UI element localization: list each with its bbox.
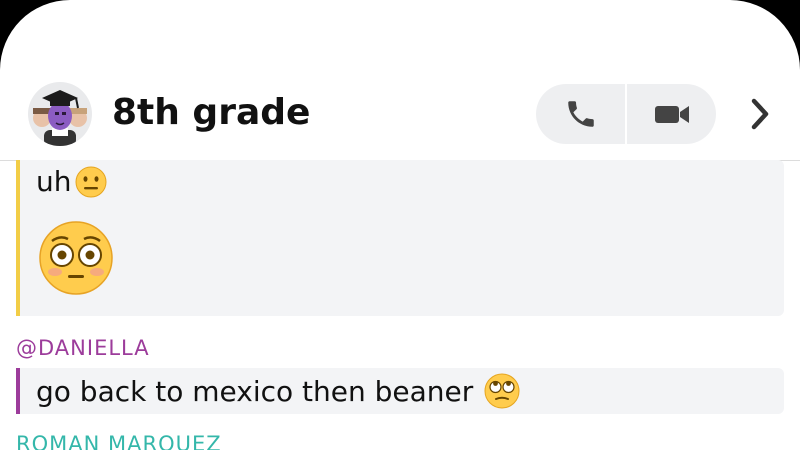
message-text: go back to mexico then beaner: [36, 374, 474, 408]
message-item[interactable]: uh: [36, 160, 108, 204]
voice-call-button[interactable]: [536, 84, 625, 144]
call-button-group: [536, 84, 716, 144]
message-accent-bar: [16, 160, 20, 316]
group-avatar[interactable]: [28, 82, 92, 146]
eye-roll-emoji-icon: [484, 373, 520, 409]
message-group: [16, 160, 784, 316]
video-call-button[interactable]: [627, 84, 716, 144]
phone-icon: [567, 101, 594, 127]
chat-title[interactable]: 8th grade: [112, 90, 310, 136]
video-camera-icon: [654, 106, 689, 123]
chat-screen: 8th grade uh @DANIELLA go back to mexico…: [0, 0, 800, 450]
flushed-face-emoji-icon[interactable]: [38, 220, 114, 296]
chat-header: 8th grade: [0, 70, 800, 161]
neutral-face-emoji-icon: [75, 166, 106, 198]
message-sender[interactable]: @DANIELLA: [16, 336, 150, 360]
message-item[interactable]: go back to mexico then beaner: [36, 368, 521, 414]
message-sender[interactable]: ROMAN MARQUEZ: [16, 432, 222, 450]
chevron-right-icon: [751, 98, 769, 130]
message-text: uh: [36, 165, 72, 198]
message-accent-bar: [16, 368, 20, 414]
more-options-button[interactable]: [740, 92, 780, 136]
group-bitmoji-icon: [33, 90, 87, 146]
